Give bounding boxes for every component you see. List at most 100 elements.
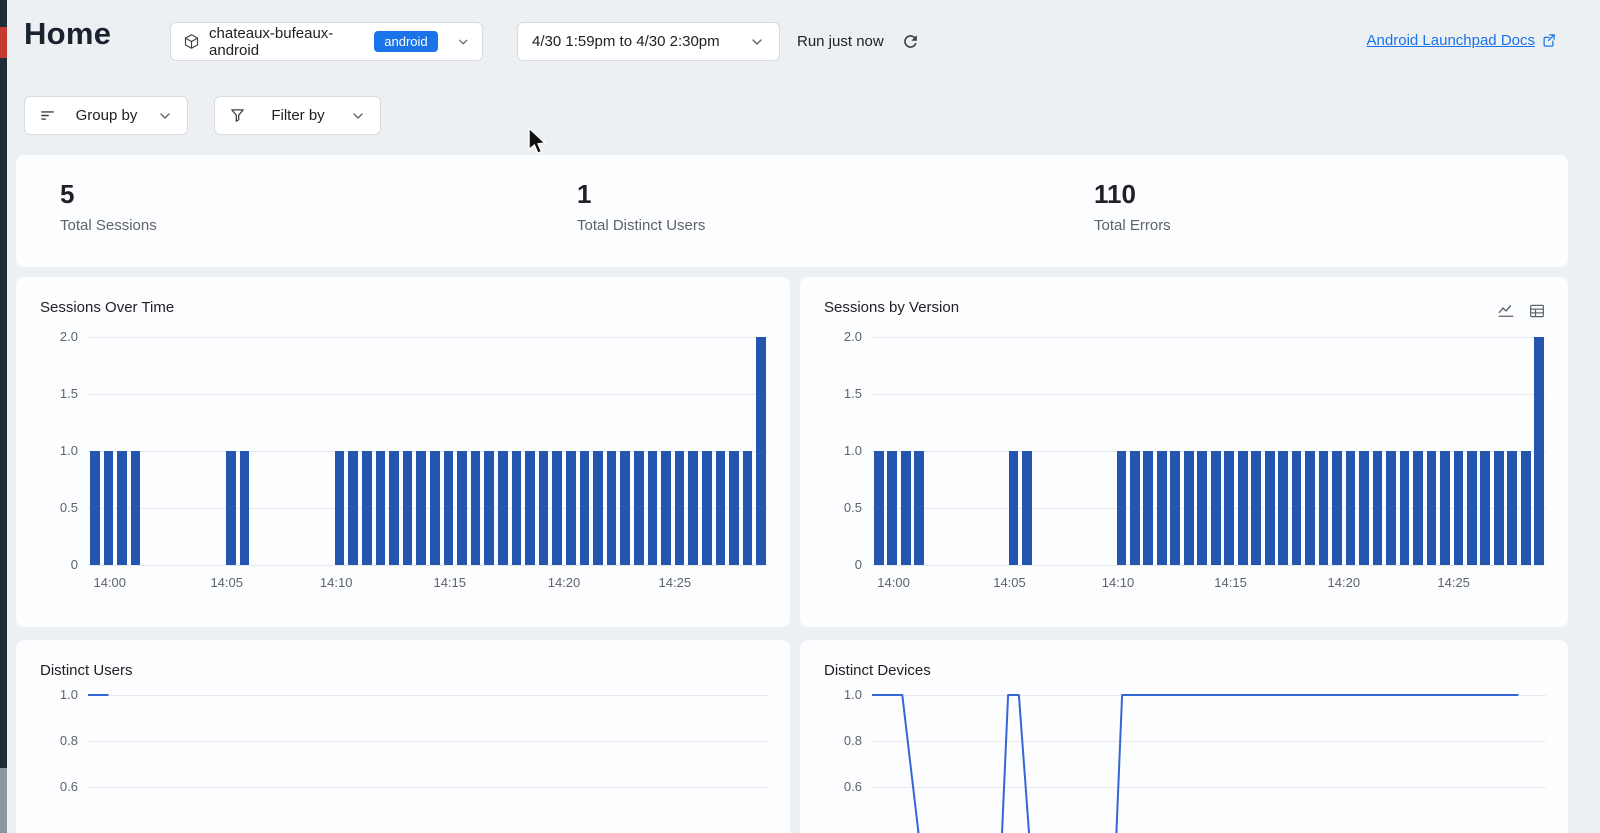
bar [362, 451, 372, 565]
bar [498, 451, 508, 565]
bar [1494, 451, 1504, 565]
x-axis-tick: 14:25 [1437, 575, 1470, 590]
bar [702, 451, 712, 565]
app-selector-dropdown[interactable]: chateaux-bufeaux-android android [170, 22, 483, 61]
y-axis-tick: 1.0 [36, 442, 78, 460]
bar [661, 451, 671, 565]
bar [335, 451, 345, 565]
filter-by-label: Filter by [271, 107, 324, 124]
bar [1480, 451, 1490, 565]
x-axis-tick: 14:15 [433, 575, 466, 590]
dashboard-page: Home chateaux-bufeaux-android android 4/… [0, 0, 1600, 833]
bar [539, 451, 549, 565]
y-axis-tick: 1.0 [820, 686, 862, 704]
sessions-over-time-card: Sessions Over Time 2.01.51.00.5014:0014:… [16, 277, 790, 627]
line-chart-icon[interactable] [1497, 302, 1515, 320]
bar [1440, 451, 1450, 565]
y-axis-tick: 1.5 [820, 385, 862, 403]
y-axis-tick: 0 [820, 556, 862, 574]
bar [226, 451, 236, 565]
bar [1265, 451, 1275, 565]
group-by-button[interactable]: Group by [24, 96, 188, 135]
bar [1454, 451, 1464, 565]
y-axis-tick: 0 [36, 556, 78, 574]
y-axis-tick: 0.5 [36, 499, 78, 517]
sidebar-edge [0, 0, 7, 833]
bar [1346, 451, 1356, 565]
bar [1521, 451, 1531, 565]
x-axis-tick: 14:20 [1328, 575, 1361, 590]
group-by-label: Group by [76, 107, 138, 124]
y-axis-tick: 0.8 [36, 732, 78, 750]
bar [1184, 451, 1194, 565]
distinct-devices-card: Distinct Devices 1.00.80.6 [800, 640, 1568, 833]
bar [348, 451, 358, 565]
chart-title: Sessions Over Time [40, 299, 174, 316]
sessions-by-version-card: Sessions by Version 2.0 1.5 1.0 0.5 0 14:00 14… [800, 277, 1568, 627]
bar [1278, 451, 1288, 565]
line-series [88, 695, 768, 833]
y-axis-tick: 2.0 [820, 328, 862, 346]
gridline [872, 565, 1546, 566]
page-title: Home [24, 16, 111, 52]
bar [1211, 451, 1221, 565]
chart-title: Distinct Users [40, 662, 133, 679]
bar [688, 451, 698, 565]
y-axis-tick: 0.6 [36, 778, 78, 796]
docs-link[interactable]: Android Launchpad Docs [1367, 32, 1556, 49]
bar [1386, 451, 1396, 565]
bar [117, 451, 127, 565]
distinct-users-card: Distinct Users 1.00.80.6 [16, 640, 790, 833]
bar [444, 451, 454, 565]
x-axis-tick: 14:05 [993, 575, 1026, 590]
package-cube-icon [183, 32, 200, 51]
chevron-down-icon [749, 34, 765, 50]
stat-label: Total Sessions [60, 217, 157, 234]
y-axis-tick: 2.0 [36, 328, 78, 346]
gridline [872, 337, 1546, 338]
y-axis-tick: 0.5 [820, 499, 862, 517]
bar [457, 451, 467, 565]
bar [1332, 451, 1342, 565]
stat-value: 5 [60, 179, 157, 209]
bar [376, 451, 386, 565]
date-range-dropdown[interactable]: 4/30 1:59pm to 4/30 2:30pm [517, 22, 780, 61]
stat-value: 110 [1094, 179, 1171, 209]
mouse-cursor [527, 127, 549, 155]
bar [675, 451, 685, 565]
stat-value: 1 [577, 179, 705, 209]
bar [1373, 451, 1383, 565]
refresh-icon[interactable] [901, 32, 920, 51]
stat-label: Total Distinct Users [577, 217, 705, 234]
bar [1022, 451, 1032, 565]
bar [1400, 451, 1410, 565]
chevron-down-icon [456, 34, 470, 50]
y-axis-tick: 1.0 [36, 686, 78, 704]
bar [593, 451, 603, 565]
bar [1467, 451, 1477, 565]
distinct-users-chart: 1.00.80.6 [88, 695, 768, 833]
filter-by-button[interactable]: Filter by [214, 96, 381, 135]
table-icon[interactable] [1528, 302, 1546, 320]
x-axis-tick: 14:00 [877, 575, 910, 590]
line-series [872, 695, 1546, 833]
bar [512, 451, 522, 565]
bar [1009, 451, 1019, 565]
bar [1117, 451, 1127, 565]
bar [1319, 451, 1329, 565]
y-axis-tick: 1.0 [820, 442, 862, 460]
external-link-icon [1541, 33, 1556, 48]
bar [566, 451, 576, 565]
bar [1170, 451, 1180, 565]
bar [525, 451, 535, 565]
sort-lines-icon [39, 107, 56, 124]
bar [1143, 451, 1153, 565]
distinct-devices-chart: 1.00.80.6 [872, 695, 1546, 833]
chart-title: Sessions by Version [824, 299, 959, 316]
bar [389, 451, 399, 565]
bar [1197, 451, 1207, 565]
bar [648, 451, 658, 565]
bar [716, 451, 726, 565]
app-name-label: chateaux-bufeaux-android [209, 25, 365, 59]
summary-stats-card: 5 Total Sessions 1 Total Distinct Users … [16, 155, 1568, 267]
